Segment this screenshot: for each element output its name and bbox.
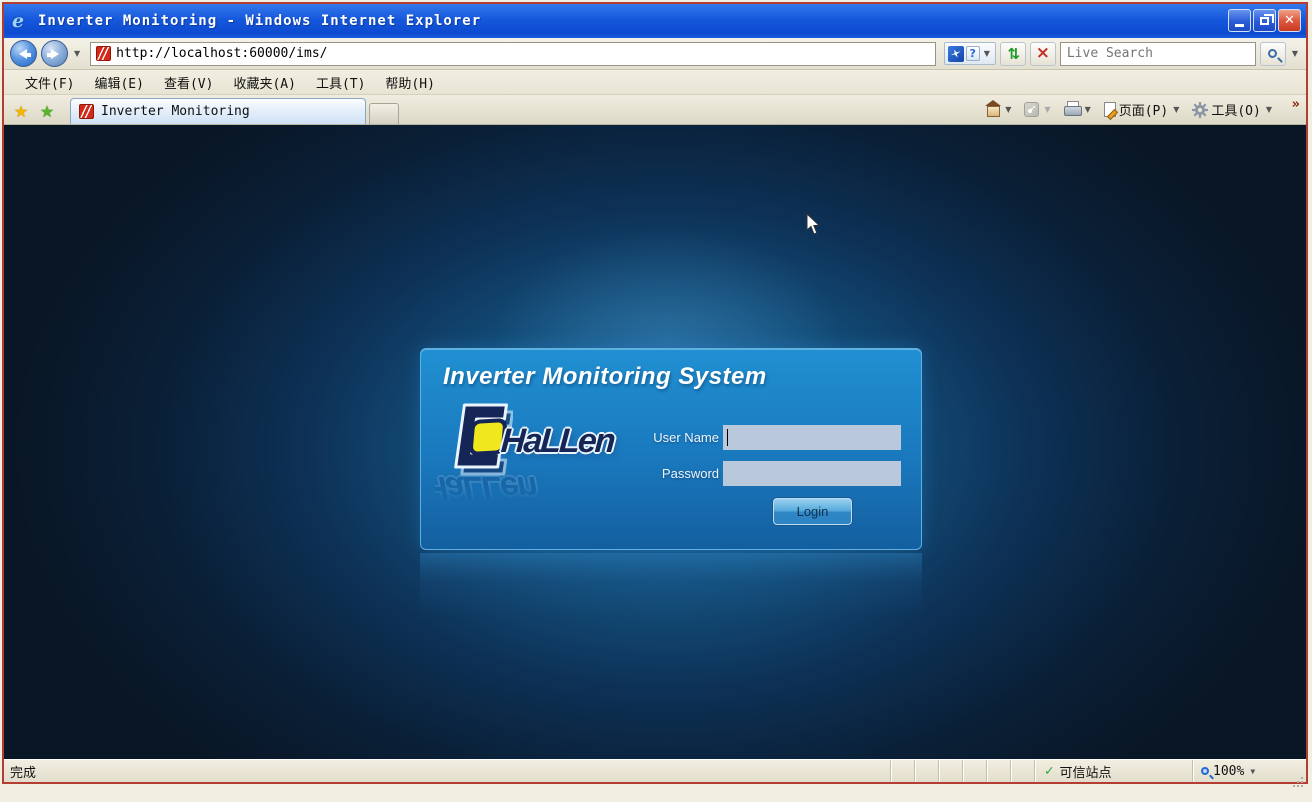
username-input[interactable] [723, 425, 901, 450]
new-tab-button[interactable] [369, 103, 399, 124]
feeds-dropdown-icon: ▼ [1042, 105, 1052, 114]
search-input[interactable] [1067, 46, 1249, 61]
page-content: Inverter Monitoring System HaLLen HaLLen [4, 125, 1306, 759]
home-button[interactable]: ▼ [981, 98, 1017, 122]
status-bar: 完成 ✓ 可信站点 100% ▼ [4, 759, 1306, 782]
menu-item-favorites[interactable]: 收藏夹(A) [224, 71, 304, 94]
search-box[interactable] [1060, 42, 1256, 66]
zoom-dropdown-icon[interactable]: ▼ [1248, 767, 1257, 776]
text-caret [727, 429, 728, 446]
menu-item-help[interactable]: 帮助(H) [376, 71, 443, 94]
back-button[interactable] [10, 40, 37, 67]
stop-icon: × [1036, 45, 1050, 62]
add-star-icon: ★ [40, 102, 54, 121]
page-dropdown-icon[interactable]: ▼ [1171, 105, 1181, 114]
search-icon [1268, 49, 1277, 58]
feeds-button[interactable]: ▼ [1020, 98, 1056, 122]
zoom-level: 100% [1213, 764, 1244, 779]
plugin-help-icon[interactable]: ? [966, 46, 980, 61]
status-cell [962, 760, 986, 782]
username-label: User Name [569, 430, 719, 445]
star-icon: ★ [14, 102, 28, 121]
menu-item-edit[interactable]: 编辑(E) [85, 71, 152, 94]
add-favorite-button[interactable]: ★ [34, 99, 60, 123]
refresh-icon: ⇄ [1005, 47, 1020, 60]
status-cell [890, 760, 914, 782]
tab-favicon [79, 104, 94, 119]
back-arrow-icon [14, 49, 27, 59]
url-input[interactable] [116, 46, 930, 61]
tab-inverter-monitoring[interactable]: Inverter Monitoring [70, 98, 366, 124]
status-cell [1010, 760, 1034, 782]
rss-feed-icon [1024, 102, 1039, 117]
password-input[interactable] [723, 461, 901, 486]
home-icon [985, 105, 1000, 118]
tools-menu-label: 工具(O) [1211, 100, 1260, 119]
refresh-button[interactable]: ⇄ [1000, 42, 1026, 66]
navigation-toolbar: ▼ ? ▼ ⇄ × ▼ [4, 38, 1306, 70]
restore-button[interactable] [1253, 9, 1276, 32]
search-dropdown-icon[interactable]: ▼ [1290, 49, 1300, 58]
page-icon [1104, 102, 1116, 117]
menu-item-tools[interactable]: 工具(T) [307, 71, 374, 94]
ie-logo-icon: e [12, 11, 32, 31]
login-panel-title: Inverter Monitoring System [443, 363, 767, 391]
menu-item-view[interactable]: 查看(V) [155, 71, 222, 94]
status-text: 完成 [4, 762, 890, 781]
tab-command-bar: ★ ★ Inverter Monitoring ▼ ▼ ▼ 页面(P) ▼ [4, 95, 1306, 125]
page-menu-button[interactable]: 页面(P) ▼ [1100, 98, 1186, 122]
menu-item-file[interactable]: 文件(F) [16, 71, 83, 94]
site-favicon [96, 46, 111, 61]
status-cell [914, 760, 938, 782]
resize-grip[interactable] [1290, 760, 1306, 782]
panel-reflection [420, 553, 922, 615]
window-title: Inverter Monitoring - Windows Internet E… [38, 13, 481, 29]
login-button[interactable]: Login [773, 498, 852, 525]
plugin-dropdown-icon[interactable]: ▼ [982, 49, 992, 58]
command-buttons: ▼ ▼ ▼ 页面(P) ▼ 工具(O [981, 95, 1302, 124]
check-icon: ✓ [1045, 763, 1053, 779]
zoom-control[interactable]: 100% ▼ [1192, 760, 1290, 782]
stop-button[interactable]: × [1030, 42, 1056, 66]
title-bar: e Inverter Monitoring - Windows Internet… [4, 4, 1306, 38]
password-label: Password [569, 466, 719, 481]
tools-menu-button[interactable]: 工具(O) ▼ [1188, 98, 1278, 122]
forward-button[interactable] [41, 40, 68, 67]
history-dropdown[interactable]: ▼ [72, 49, 82, 58]
status-cell [986, 760, 1010, 782]
mouse-cursor [806, 213, 821, 236]
forward-arrow-icon [51, 49, 64, 59]
restore-icon [1260, 17, 1269, 25]
favorites-center-button[interactable]: ★ [8, 99, 34, 123]
zoom-magnifier-icon [1201, 767, 1209, 775]
plugin-bird-icon[interactable] [948, 46, 964, 62]
print-dropdown-icon[interactable]: ▼ [1083, 105, 1093, 114]
minimize-button[interactable] [1228, 9, 1251, 32]
home-dropdown-icon[interactable]: ▼ [1003, 105, 1013, 114]
menu-bar: 文件(F) 编辑(E) 查看(V) 收藏夹(A) 工具(T) 帮助(H) [4, 70, 1306, 95]
security-zone-badge[interactable]: ✓ 可信站点 [1034, 760, 1192, 782]
close-icon: ✕ [1284, 14, 1295, 27]
login-panel: Inverter Monitoring System HaLLen HaLLen [420, 348, 922, 550]
print-button[interactable]: ▼ [1060, 98, 1097, 122]
browser-window: e Inverter Monitoring - Windows Internet… [2, 2, 1308, 784]
plugin-button-group[interactable]: ? ▼ [944, 42, 996, 65]
printer-icon [1064, 104, 1080, 117]
tab-title: Inverter Monitoring [101, 104, 250, 119]
close-button[interactable]: ✕ [1278, 9, 1301, 32]
toolbar-overflow-chevron[interactable]: » [1292, 97, 1300, 112]
search-button[interactable] [1260, 42, 1286, 66]
minimize-icon [1235, 24, 1244, 27]
status-cell [938, 760, 962, 782]
address-bar[interactable] [90, 42, 936, 66]
gear-icon [1192, 102, 1208, 118]
tools-dropdown-icon[interactable]: ▼ [1264, 105, 1274, 114]
page-menu-label: 页面(P) [1119, 100, 1168, 119]
trusted-sites-label: 可信站点 [1059, 762, 1111, 781]
